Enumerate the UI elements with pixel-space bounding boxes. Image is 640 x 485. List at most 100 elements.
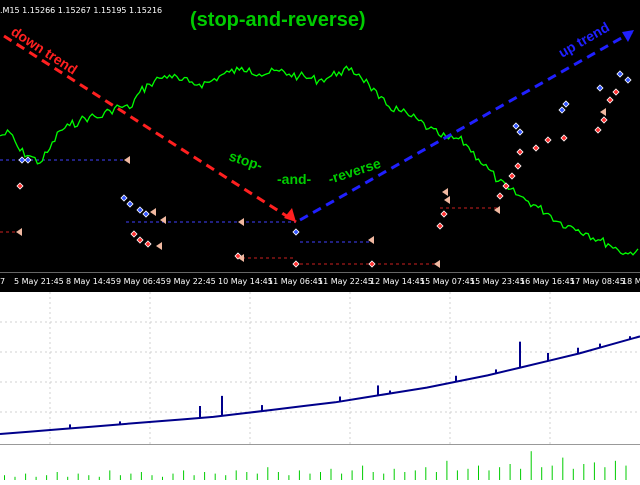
volume-bar bbox=[309, 473, 311, 480]
time-axis-label: 9 May 22:45 bbox=[166, 277, 216, 286]
volume-bar bbox=[404, 472, 406, 480]
chart-title: (stop-and-reverse) bbox=[190, 9, 366, 31]
and-label: -and- bbox=[277, 171, 312, 187]
close-marker-icon[interactable] bbox=[150, 208, 156, 216]
buy-marker-icon[interactable] bbox=[558, 106, 566, 114]
close-marker-icon[interactable] bbox=[442, 188, 448, 196]
sell-marker-icon[interactable] bbox=[368, 260, 376, 268]
sell-marker-icon[interactable] bbox=[16, 182, 24, 190]
time-axis-label: 15 May 23:45 bbox=[470, 277, 525, 286]
volume-bar bbox=[614, 460, 616, 480]
time-axis-label: 18 M bbox=[622, 277, 640, 286]
buy-marker-icon[interactable] bbox=[516, 128, 524, 136]
buy-marker-icon[interactable] bbox=[562, 100, 570, 108]
volume-bar bbox=[320, 472, 321, 480]
buy-marker-icon[interactable] bbox=[18, 156, 26, 164]
volume-chart bbox=[4, 451, 627, 480]
volume-bar bbox=[541, 467, 543, 480]
volume-bar bbox=[151, 475, 153, 480]
close-marker-icon[interactable] bbox=[16, 228, 22, 236]
volume-bar bbox=[520, 468, 522, 480]
volume-bar bbox=[362, 465, 364, 480]
volume-bar bbox=[56, 472, 58, 480]
sell-marker-icon[interactable] bbox=[612, 88, 620, 96]
volume-bar bbox=[456, 470, 458, 480]
up-trend-label: up trend bbox=[556, 19, 612, 61]
symbol-info: .M15 1.15266 1.15267 1.15195 1.15216 bbox=[0, 6, 163, 15]
sell-marker-icon[interactable] bbox=[144, 240, 152, 248]
volume-bar bbox=[183, 470, 185, 480]
volume-bar bbox=[214, 473, 216, 480]
close-marker-icon[interactable] bbox=[238, 218, 244, 226]
volume-bar bbox=[478, 465, 479, 480]
time-axis-label: 9 May 06:45 bbox=[116, 277, 166, 286]
volume-bar bbox=[330, 468, 332, 480]
buy-marker-icon[interactable] bbox=[24, 156, 32, 164]
volume-bar bbox=[235, 470, 237, 480]
volume-bar bbox=[562, 457, 564, 480]
close-marker-icon[interactable] bbox=[444, 196, 450, 204]
buy-marker-icon[interactable] bbox=[624, 76, 632, 84]
volume-bar bbox=[414, 470, 416, 480]
sell-marker-icon[interactable] bbox=[600, 116, 608, 124]
buy-marker-icon[interactable] bbox=[142, 210, 150, 218]
volume-bar bbox=[341, 473, 343, 480]
sell-marker-icon[interactable] bbox=[532, 144, 540, 152]
close-marker-icon[interactable] bbox=[124, 156, 130, 164]
buy-marker-icon[interactable] bbox=[120, 194, 128, 202]
balance-line bbox=[0, 335, 640, 435]
volume-bar bbox=[572, 468, 574, 480]
time-axis: 7 5 May 21:45 8 May 14:45 9 May 06:45 9 May … bbox=[0, 272, 640, 293]
sell-marker-icon[interactable] bbox=[292, 260, 300, 268]
volume-bar bbox=[25, 473, 27, 480]
close-marker-icon[interactable] bbox=[494, 206, 500, 214]
sell-marker-icon[interactable] bbox=[130, 230, 138, 238]
time-axis-label: 10 May 14:45 bbox=[218, 277, 273, 286]
sell-marker-icon[interactable] bbox=[440, 210, 448, 218]
volume-bar bbox=[109, 470, 111, 480]
time-axis-label: 11 May 22:45 bbox=[318, 277, 373, 286]
sell-marker-icon[interactable] bbox=[516, 148, 524, 156]
stop-label: stop- bbox=[227, 148, 265, 174]
price-chart: (stop-and-reverse) down trend up trend s… bbox=[0, 9, 639, 268]
buy-marker-icon[interactable] bbox=[596, 84, 604, 92]
balance-chart-pane[interactable] bbox=[0, 292, 640, 445]
volume-bar bbox=[372, 472, 374, 480]
sell-marker-icon[interactable] bbox=[606, 96, 614, 104]
close-marker-icon[interactable] bbox=[160, 216, 166, 224]
volume-bar bbox=[383, 473, 385, 480]
volume-bar bbox=[256, 473, 258, 480]
price-chart-pane[interactable]: (stop-and-reverse) down trend up trend s… bbox=[0, 0, 640, 272]
buy-marker-icon[interactable] bbox=[512, 122, 520, 130]
buy-marker-icon[interactable] bbox=[616, 70, 624, 78]
time-axis-label: 7 bbox=[0, 277, 6, 286]
sell-marker-icon[interactable] bbox=[514, 162, 522, 170]
close-marker-icon[interactable] bbox=[156, 242, 162, 250]
close-marker-icon[interactable] bbox=[434, 260, 440, 268]
buy-marker-icon[interactable] bbox=[136, 206, 144, 214]
volume-bar bbox=[298, 470, 300, 480]
down-trend-arrow bbox=[3, 34, 297, 224]
volume-bar bbox=[499, 467, 501, 480]
volume-bar bbox=[77, 473, 79, 480]
sell-marker-icon[interactable] bbox=[496, 192, 504, 200]
sell-marker-icon[interactable] bbox=[560, 134, 568, 142]
sell-marker-icon[interactable] bbox=[508, 172, 516, 180]
volume-bar bbox=[435, 472, 437, 480]
sell-marker-icon[interactable] bbox=[544, 136, 552, 144]
sell-marker-icon[interactable] bbox=[136, 236, 144, 244]
volume-bar bbox=[4, 475, 5, 480]
up-trend-arrowhead-icon bbox=[622, 30, 634, 42]
sell-marker-icon[interactable] bbox=[594, 126, 602, 134]
buy-marker-icon[interactable] bbox=[292, 228, 300, 236]
time-axis-label: 12 May 14:45 bbox=[370, 277, 425, 286]
close-marker-icon[interactable] bbox=[600, 108, 606, 116]
volume-bar bbox=[119, 475, 121, 480]
volume-chart-pane[interactable] bbox=[0, 446, 640, 480]
volume-bar bbox=[204, 472, 206, 480]
volume-bar bbox=[172, 473, 174, 480]
sell-marker-icon[interactable] bbox=[436, 222, 444, 230]
volume-bar bbox=[225, 475, 227, 480]
close-marker-icon[interactable] bbox=[368, 236, 374, 244]
buy-marker-icon[interactable] bbox=[126, 200, 134, 208]
